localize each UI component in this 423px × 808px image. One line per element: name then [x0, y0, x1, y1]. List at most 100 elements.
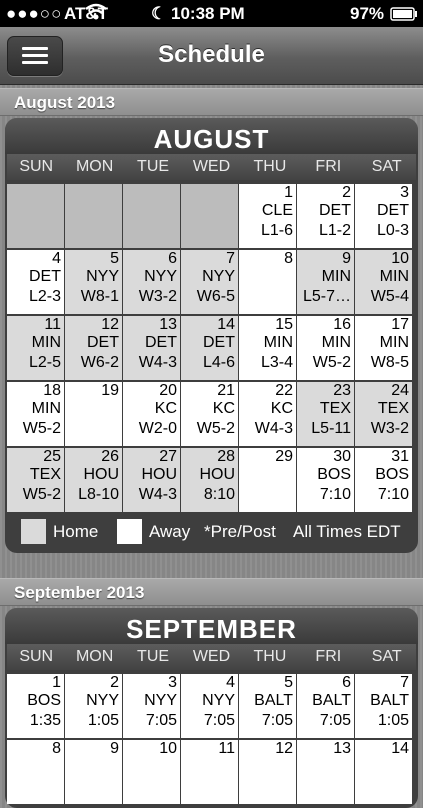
moon-icon: ☾	[151, 4, 167, 23]
weekday-label: SAT	[371, 648, 402, 665]
home-game-cell[interactable]: 11 MIN L2-5	[7, 316, 64, 380]
home-game-cell[interactable]: 26 HOU L8-10	[65, 448, 122, 512]
result-label: W3-2	[370, 420, 409, 437]
opponent-label: TEX	[319, 400, 351, 417]
home-game-cell[interactable]: 9 MIN L5-7…	[297, 250, 354, 314]
home-game-cell[interactable]: 27 HOU W4-3	[123, 448, 180, 512]
day-number: 3	[400, 184, 409, 201]
empty-day-cell	[123, 184, 180, 248]
away-game-cell[interactable]: 30 BOS 7:10	[297, 448, 354, 512]
home-game-cell[interactable]: 13 DET W4-3	[123, 316, 180, 380]
result-label: L1-2	[318, 222, 351, 239]
weekday-label: SUN	[19, 158, 54, 175]
opponent-label: NYY	[86, 692, 119, 709]
away-game-cell[interactable]: 7 BALT 1:05	[355, 674, 412, 738]
away-game-cell[interactable]: 20 KC W2-0	[123, 382, 180, 446]
day-number: 27	[159, 448, 177, 465]
opponent-label: BOS	[317, 466, 351, 483]
away-game-cell[interactable]: 22 KC W4-3	[239, 382, 296, 446]
result-label: 7:05	[145, 712, 177, 729]
day-number: 26	[101, 448, 119, 465]
calendar-august: AUGUST SUN MON TUE WED THU FRI SAT 1 CLE L…	[5, 118, 418, 553]
result-label: W5-2	[22, 486, 61, 503]
opponent-label: DET	[29, 268, 61, 285]
away-game-cell[interactable]: 19	[65, 382, 122, 446]
home-game-cell[interactable]: 7 NYY W6-5	[181, 250, 238, 314]
day-number: 14	[217, 316, 235, 333]
away-game-cell[interactable]: 29	[239, 448, 296, 512]
opponent-label: KC	[270, 400, 293, 417]
result-label: W4-3	[138, 354, 177, 371]
day-number: 10	[391, 250, 409, 267]
opponent-label: TEX	[377, 400, 409, 417]
away-game-cell[interactable]: 3 NYY 7:05	[123, 674, 180, 738]
day-number: 9	[342, 250, 351, 267]
opponent-label: BALT	[254, 692, 293, 709]
home-game-cell[interactable]: 14 DET L4-6	[181, 316, 238, 380]
day-number: 3	[168, 674, 177, 691]
away-game-cell[interactable]: 15 MIN L3-4	[239, 316, 296, 380]
day-number: 28	[217, 448, 235, 465]
day-number: 31	[391, 448, 409, 465]
home-game-cell[interactable]: 28 HOU 8:10	[181, 448, 238, 512]
status-bar: ●●●○○ AT&T ☾ 10:38 PM 97%	[0, 0, 423, 27]
day-number: 12	[275, 740, 293, 757]
weekday-label: THU	[253, 648, 287, 665]
opponent-label: BOS	[27, 692, 61, 709]
section-title: August 2013	[14, 93, 116, 112]
result-label: W5-2	[312, 354, 351, 371]
away-game-cell[interactable]: 2 DET L1-2	[297, 184, 354, 248]
away-game-cell[interactable]: 2 NYY 1:05	[65, 674, 122, 738]
wifi-icon	[84, 2, 108, 27]
month-banner: SEPTEMBER	[5, 608, 418, 644]
away-game-cell[interactable]: 4 DET L2-3	[7, 250, 64, 314]
battery-percent: 97%	[350, 4, 385, 23]
away-game-cell[interactable]: 16 MIN W5-2	[297, 316, 354, 380]
away-game-cell[interactable]: 8	[239, 250, 296, 314]
day-number: 12	[101, 316, 119, 333]
day-number: 9	[110, 740, 119, 757]
result-label: L2-5	[28, 354, 61, 371]
calendar-grid: 1 BOS 1:35 2 NYY 1:05 3 NYY 7:05 4 NYY 7:05 5 BALT 7:0…	[7, 674, 416, 804]
away-game-cell[interactable]: 3 DET L0-3	[355, 184, 412, 248]
day-number: 11	[44, 316, 61, 333]
away-game-cell[interactable]: 5 BALT 7:05	[239, 674, 296, 738]
away-game-cell[interactable]: 4 NYY 7:05	[181, 674, 238, 738]
away-game-cell[interactable]: 31 BOS 7:10	[355, 448, 412, 512]
opponent-label: DET	[87, 334, 119, 351]
opponent-label: NYY	[202, 692, 235, 709]
home-game-cell[interactable]: 12 DET W6-2	[65, 316, 122, 380]
opponent-label: HOU	[83, 466, 119, 483]
day-number: 11	[218, 740, 235, 757]
section-title: September 2013	[14, 583, 145, 602]
away-game-cell[interactable]: 1 BOS 1:35	[7, 674, 64, 738]
result-label: L3-4	[260, 354, 293, 371]
result-label: 1:35	[29, 712, 61, 729]
weekday-label: MON	[75, 648, 114, 665]
home-game-cell[interactable]: 25 TEX W5-2	[7, 448, 64, 512]
away-game-cell[interactable]: 21 KC W5-2	[181, 382, 238, 446]
day-number: 7	[226, 250, 235, 267]
result-label: 7:05	[319, 712, 351, 729]
result-label: 7:10	[377, 486, 409, 503]
home-game-cell[interactable]: 6 NYY W3-2	[123, 250, 180, 314]
home-swatch	[21, 519, 46, 544]
home-game-cell[interactable]: 24 TEX W3-2	[355, 382, 412, 446]
away-game-cell[interactable]: 17 MIN W8-5	[355, 316, 412, 380]
calendar-grid: 1 CLE L1-6 2 DET L1-2 3 DET L0-3 4 DET L2-3 5 NYY W8-1…	[7, 184, 416, 512]
away-game-cell[interactable]: 18 MIN W5-2	[7, 382, 64, 446]
home-game-cell[interactable]: 10 MIN W5-4	[355, 250, 412, 314]
clock-time: 10:38 PM	[171, 4, 245, 23]
month-banner: AUGUST	[5, 118, 418, 154]
away-game-cell[interactable]: 1 CLE L1-6	[239, 184, 296, 248]
day-number: 25	[43, 448, 61, 465]
day-number: 1	[284, 184, 293, 201]
home-game-cell[interactable]: 23 TEX L5-11	[297, 382, 354, 446]
away-game-cell[interactable]: 6 BALT 7:05	[297, 674, 354, 738]
result-label: L2-3	[28, 288, 61, 305]
home-game-cell[interactable]: 5 NYY W8-1	[65, 250, 122, 314]
opponent-label: KC	[212, 400, 235, 417]
day-number: 30	[333, 448, 351, 465]
weekday-label: FRI	[315, 158, 342, 175]
day-number: 10	[159, 740, 177, 757]
